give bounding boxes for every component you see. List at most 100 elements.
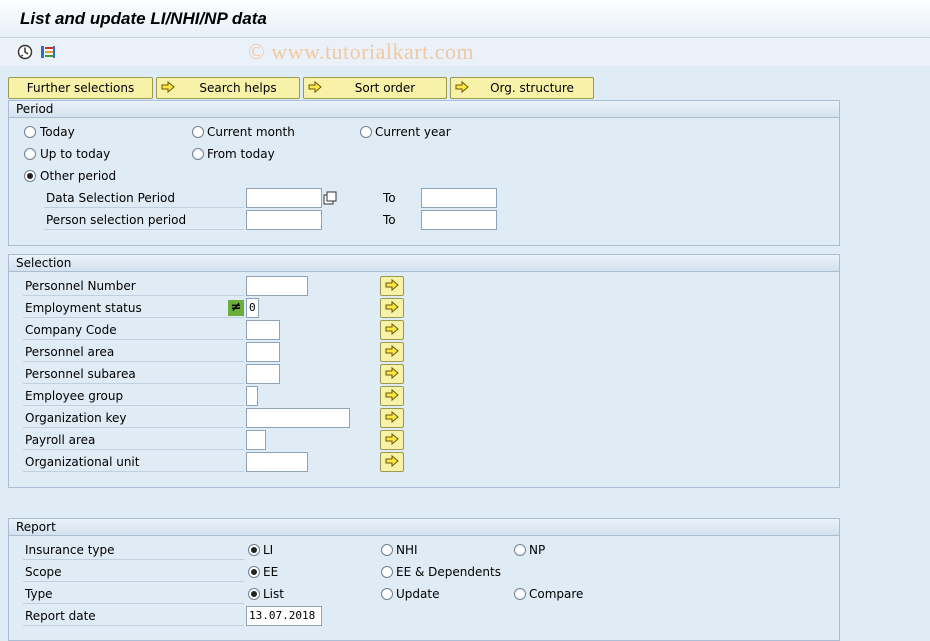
insurance-np-radio[interactable] [514,544,526,556]
company-code-multiple-selection-button[interactable] [380,320,404,340]
personnel-subarea-input[interactable] [246,364,280,384]
organizational-unit-label: Organizational unit [25,455,140,469]
scope-ee-label: EE [263,565,279,579]
from-today-radio[interactable] [192,148,204,160]
type-list-radio[interactable] [248,588,260,600]
personnel-subarea-label: Personnel subarea [25,367,136,381]
insurance-nhi-label: NHI [396,543,418,557]
type-label: Type [25,587,53,601]
row-divider [44,229,244,230]
employee-group-input[interactable] [246,386,258,406]
multiple-selection-arrow-icon [385,300,399,317]
multiple-selection-arrow-icon [385,322,399,339]
sort-order-label: Sort order [354,81,416,95]
data-selection-to-label: To [383,191,396,205]
watermark: © www.tutorialkart.com [248,39,475,64]
personnel-subarea-multiple-selection-button[interactable] [380,364,404,384]
personnel-area-input[interactable] [246,342,280,362]
page-title: List and update LI/NHI/NP data [20,9,267,28]
row-divider [23,383,244,384]
company-code-input[interactable] [246,320,280,340]
multiple-selection-arrow-icon [385,454,399,471]
organization-key-label: Organization key [25,411,127,425]
row-divider [23,427,244,428]
insurance-np-label: NP [529,543,546,557]
row-divider [23,603,244,604]
other-period-label: Other period [40,169,117,183]
person-selection-from-input[interactable] [246,210,322,230]
scope-ee-radio[interactable] [248,566,260,578]
personnel-number-input[interactable] [246,276,308,296]
period-header: Period [9,101,839,118]
data-selection-period-label: Data Selection Period [46,191,175,205]
company-code-label: Company Code [25,323,117,337]
payroll-area-label: Payroll area [25,433,96,447]
current-month-radio[interactable] [192,126,204,138]
insurance-li-radio[interactable] [248,544,260,556]
today-label: Today [40,125,75,139]
insurance-li-label: LI [263,543,274,557]
current-year-radio[interactable] [360,126,372,138]
not-equal-icon[interactable]: ≠ [228,300,244,316]
row-divider [23,581,244,582]
row-divider [44,207,244,208]
type-list-label: List [263,587,284,601]
organization-key-input[interactable] [246,408,350,428]
row-divider [23,625,244,626]
sort-order-button[interactable]: Sort order [303,77,447,99]
personnel-area-label: Personnel area [25,345,115,359]
report-date-label: Report date [25,609,96,623]
data-selection-to-input[interactable] [421,188,497,208]
organizational-unit-multiple-selection-button[interactable] [380,452,404,472]
scope-ee-dependents-label: EE & Dependents [396,565,501,579]
insurance-type-label: Insurance type [25,543,115,557]
multiple-selection-arrow-icon [385,410,399,427]
row-divider [23,295,244,296]
row-divider [23,559,244,560]
employment-status-multiple-selection-button[interactable] [380,298,404,318]
insurance-nhi-radio[interactable] [381,544,393,556]
execute-icon[interactable] [15,42,35,62]
multiple-selection-arrow-icon [385,344,399,361]
today-radio[interactable] [24,126,36,138]
payroll-area-input[interactable] [246,430,266,450]
type-compare-radio[interactable] [514,588,526,600]
personnel-number-multiple-selection-button[interactable] [380,276,404,296]
search-helps-button[interactable]: Search helps [156,77,300,99]
org-structure-button[interactable]: Org. structure [450,77,594,99]
arrow-icon [161,80,175,97]
current-year-label: Current year [375,125,451,139]
person-selection-to-label: To [383,213,396,227]
from-today-label: From today [207,147,275,161]
other-period-radio[interactable] [24,170,36,182]
organization-key-multiple-selection-button[interactable] [380,408,404,428]
employee-group-multiple-selection-button[interactable] [380,386,404,406]
type-update-radio[interactable] [381,588,393,600]
person-selection-period-label: Person selection period [46,213,187,227]
get-variant-icon[interactable] [38,42,58,62]
data-selection-from-input[interactable] [246,188,322,208]
scope-ee-dependents-radio[interactable] [381,566,393,578]
employee-group-label: Employee group [25,389,124,403]
payroll-area-multiple-selection-button[interactable] [380,430,404,450]
up-to-today-radio[interactable] [24,148,36,160]
current-month-label: Current month [207,125,295,139]
row-divider [23,317,244,318]
multiple-selection-arrow-icon [385,366,399,383]
organizational-unit-input[interactable] [246,452,308,472]
report-date-input[interactable]: 13.07.2018 [246,606,322,626]
further-selections-button[interactable]: Further selections [8,77,153,99]
personnel-number-label: Personnel Number [25,279,136,293]
multiple-selection-arrow-icon [385,278,399,295]
calendar-icon[interactable] [322,190,338,206]
org-structure-label: Org. structure [490,81,574,95]
type-update-label: Update [396,587,440,601]
person-selection-to-input[interactable] [421,210,497,230]
personnel-area-multiple-selection-button[interactable] [380,342,404,362]
employment-status-input[interactable]: 0 [246,298,259,318]
report-header: Report [9,519,839,536]
multiple-selection-arrow-icon [385,388,399,405]
row-divider [23,405,244,406]
row-divider [23,361,244,362]
row-divider [23,339,244,340]
